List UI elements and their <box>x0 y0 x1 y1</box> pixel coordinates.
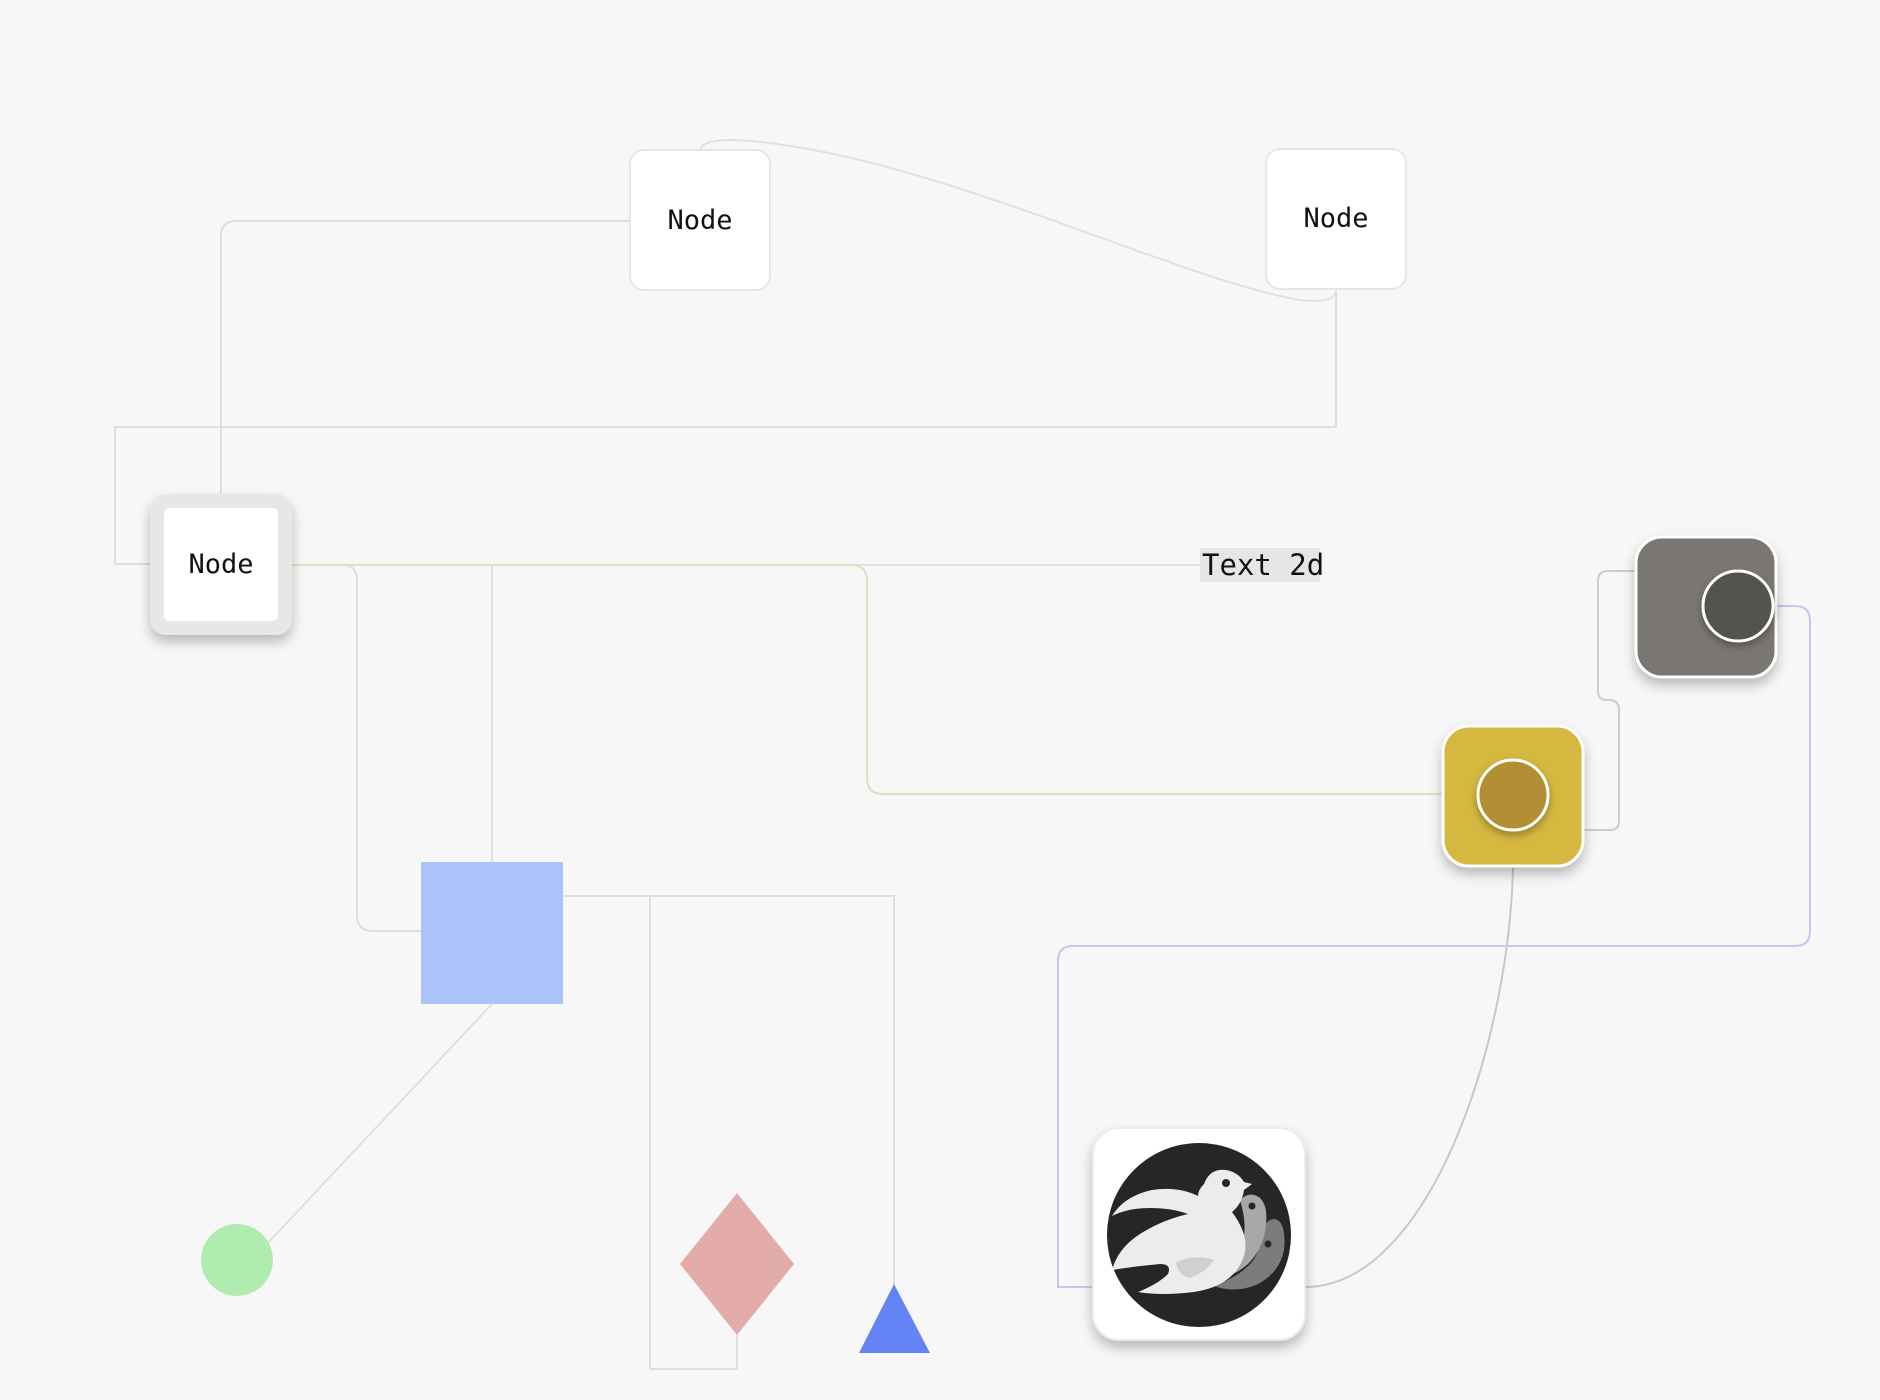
blue-triangle-node[interactable] <box>859 1284 930 1353</box>
pink-diamond-node[interactable] <box>680 1193 794 1335</box>
text2d-node[interactable]: Text 2d <box>1200 548 1324 582</box>
edge-yellow-gray-button <box>1583 570 1638 831</box>
yellow-knob[interactable] <box>1476 758 1550 832</box>
green-circle-node[interactable] <box>201 1224 273 1296</box>
edge-left-node-top-node-a <box>220 220 630 495</box>
gray-knob[interactable] <box>1701 569 1775 643</box>
text2d-label: Text 2d <box>1202 548 1324 582</box>
yellow-button-node[interactable] <box>1441 724 1585 868</box>
logo-node[interactable] <box>1092 1127 1306 1341</box>
node-left-label: Node <box>188 549 253 580</box>
blue-square-node[interactable] <box>421 862 563 1004</box>
node-left[interactable]: Node <box>150 494 292 635</box>
edge-left-node-square-a <box>292 564 421 932</box>
node-top-right-label: Node <box>1303 203 1368 234</box>
edge-left-node-yellow-button <box>292 564 1443 795</box>
node-graph-canvas[interactable]: Node Node Node Text 2d <box>0 0 1880 1400</box>
edge-square-triangle <box>650 895 895 1285</box>
edge-square-circle <box>265 1003 493 1246</box>
edge-yellow-button-logo <box>1304 864 1514 1288</box>
gray-button-node[interactable] <box>1634 535 1778 679</box>
edge-left-node-top-node-b <box>114 290 1337 565</box>
bird-logo-icon <box>1107 1143 1291 1327</box>
node-top-left[interactable]: Node <box>629 149 771 291</box>
edge-top-nodes-curve <box>699 139 1337 302</box>
edge-left-node-square-b <box>292 564 493 862</box>
node-top-right[interactable]: Node <box>1265 148 1407 290</box>
node-top-left-label: Node <box>667 205 732 236</box>
